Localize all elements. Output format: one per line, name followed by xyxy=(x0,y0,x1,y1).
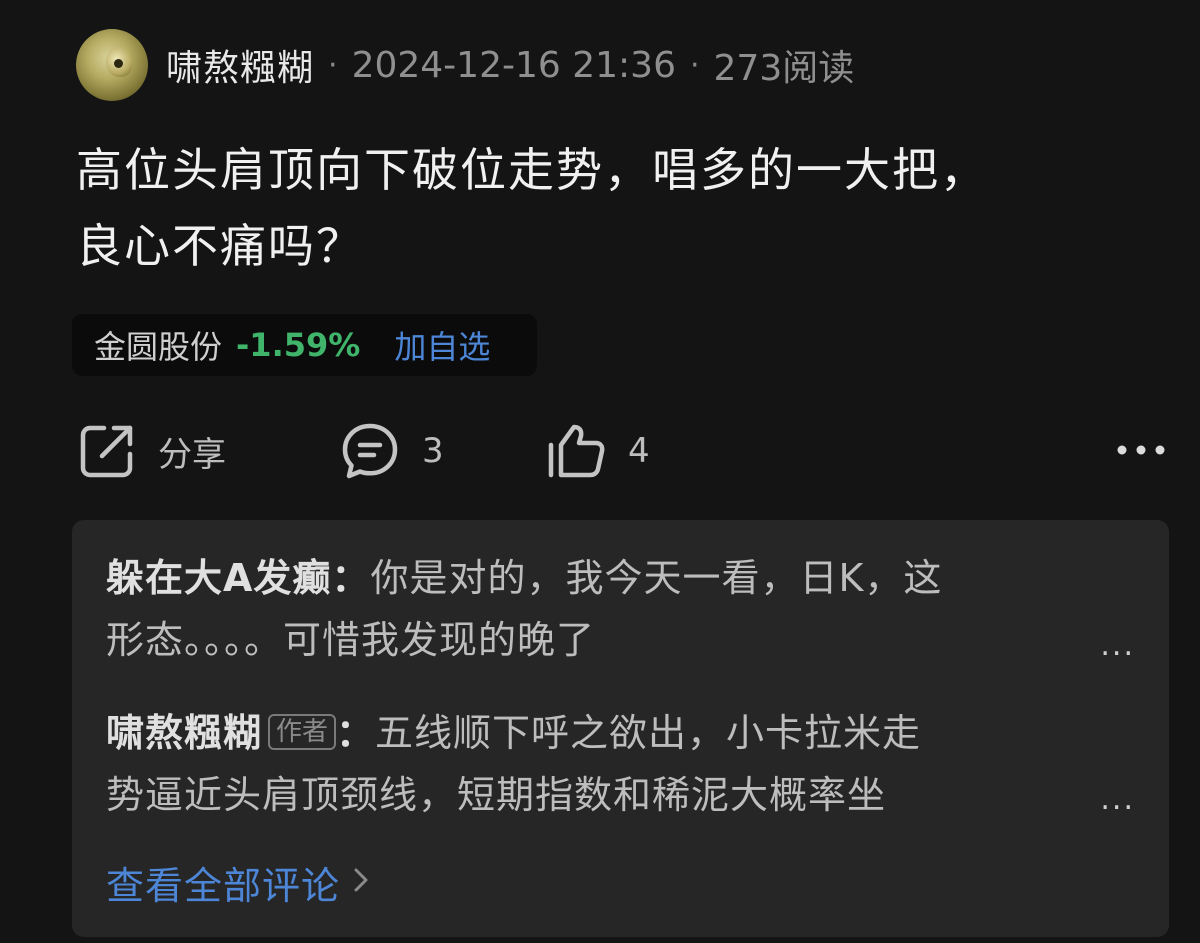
read-count: 273阅读 xyxy=(713,48,855,89)
comment-text-line-1: 你是对的，我今天一看，日K，这 xyxy=(370,556,943,600)
post-page: 啸熬糨糊 · 2024-12-16 21:36 · 273阅读 高位头肩顶向下破… xyxy=(0,0,1200,943)
more-dots-icon xyxy=(1116,442,1166,461)
comment-text-line-1: 五线顺下呼之欲出，小卡拉米走 xyxy=(375,711,922,755)
more-button[interactable] xyxy=(1116,418,1166,484)
meta-separator: · xyxy=(689,47,700,83)
meta-separator: · xyxy=(328,47,338,83)
post-datetime: 2024-12-16 21:36 xyxy=(351,44,676,86)
like-button[interactable]: 4 xyxy=(546,418,650,484)
thumbs-up-icon xyxy=(546,421,606,481)
comment-count: 3 xyxy=(422,431,444,471)
stock-chip[interactable]: 金圆股份 -1.59% 加自选 xyxy=(72,314,537,376)
comment-item[interactable]: 躲在大A发癫：你是对的，我今天一看，日K，这 形态。。。。可惜我发现的晚了 xyxy=(106,547,1096,671)
post-title[interactable]: 高位头肩顶向下破位走势，唱多的一大把， 良心不痛吗？ xyxy=(76,132,1136,284)
comments-panel: 躲在大A发癫：你是对的，我今天一看，日K，这 形态。。。。可惜我发现的晚了 ..… xyxy=(72,520,1169,937)
stock-change: -1.59% xyxy=(236,326,361,364)
comment-button[interactable]: 3 xyxy=(340,418,444,484)
author-name[interactable]: 啸熬糨糊 xyxy=(166,39,314,91)
like-count: 4 xyxy=(628,431,650,471)
comment-author[interactable]: 躲在大A发癫 xyxy=(106,556,331,600)
stock-name[interactable]: 金圆股份 xyxy=(94,322,222,368)
comment-author[interactable]: 啸熬糨糊 xyxy=(106,711,262,755)
post-header: 啸熬糨糊 · 2024-12-16 21:36 · 273阅读 xyxy=(76,28,854,102)
comment-expand-ellipsis[interactable]: ... xyxy=(1100,628,1135,663)
view-all-comments-link[interactable]: 查看全部评论 xyxy=(106,854,370,910)
share-label: 分享 xyxy=(158,434,226,475)
comment-item[interactable]: 啸熬糨糊 作者 ：五线顺下呼之欲出，小卡拉米走 势逼近头肩顶颈线，短期指数和稀泥大概… xyxy=(106,702,1096,826)
comment-colon: ： xyxy=(336,711,376,755)
comment-expand-ellipsis[interactable]: ... xyxy=(1100,782,1135,817)
comment-colon: ： xyxy=(331,556,371,600)
add-to-watchlist-button[interactable]: 加自选 xyxy=(394,322,490,368)
chevron-right-icon xyxy=(340,865,370,899)
comment-text-line-2: 形态。。。。可惜我发现的晚了 xyxy=(106,618,596,662)
post-title-line-2: 良心不痛吗？ xyxy=(76,219,364,273)
comment-text-line-2: 势逼近头肩顶颈线，短期指数和稀泥大概率坐 xyxy=(106,773,887,817)
share-button[interactable]: 分享 xyxy=(78,418,226,484)
post-title-line-1: 高位头肩顶向下破位走势，唱多的一大把， xyxy=(76,143,988,197)
share-icon xyxy=(78,422,136,480)
avatar[interactable] xyxy=(76,29,148,101)
author-tag-badge: 作者 xyxy=(268,714,337,750)
view-all-label: 查看全部评论 xyxy=(106,863,341,908)
action-bar: 分享 3 4 xyxy=(76,418,1166,484)
comment-bubble-icon xyxy=(340,421,400,481)
